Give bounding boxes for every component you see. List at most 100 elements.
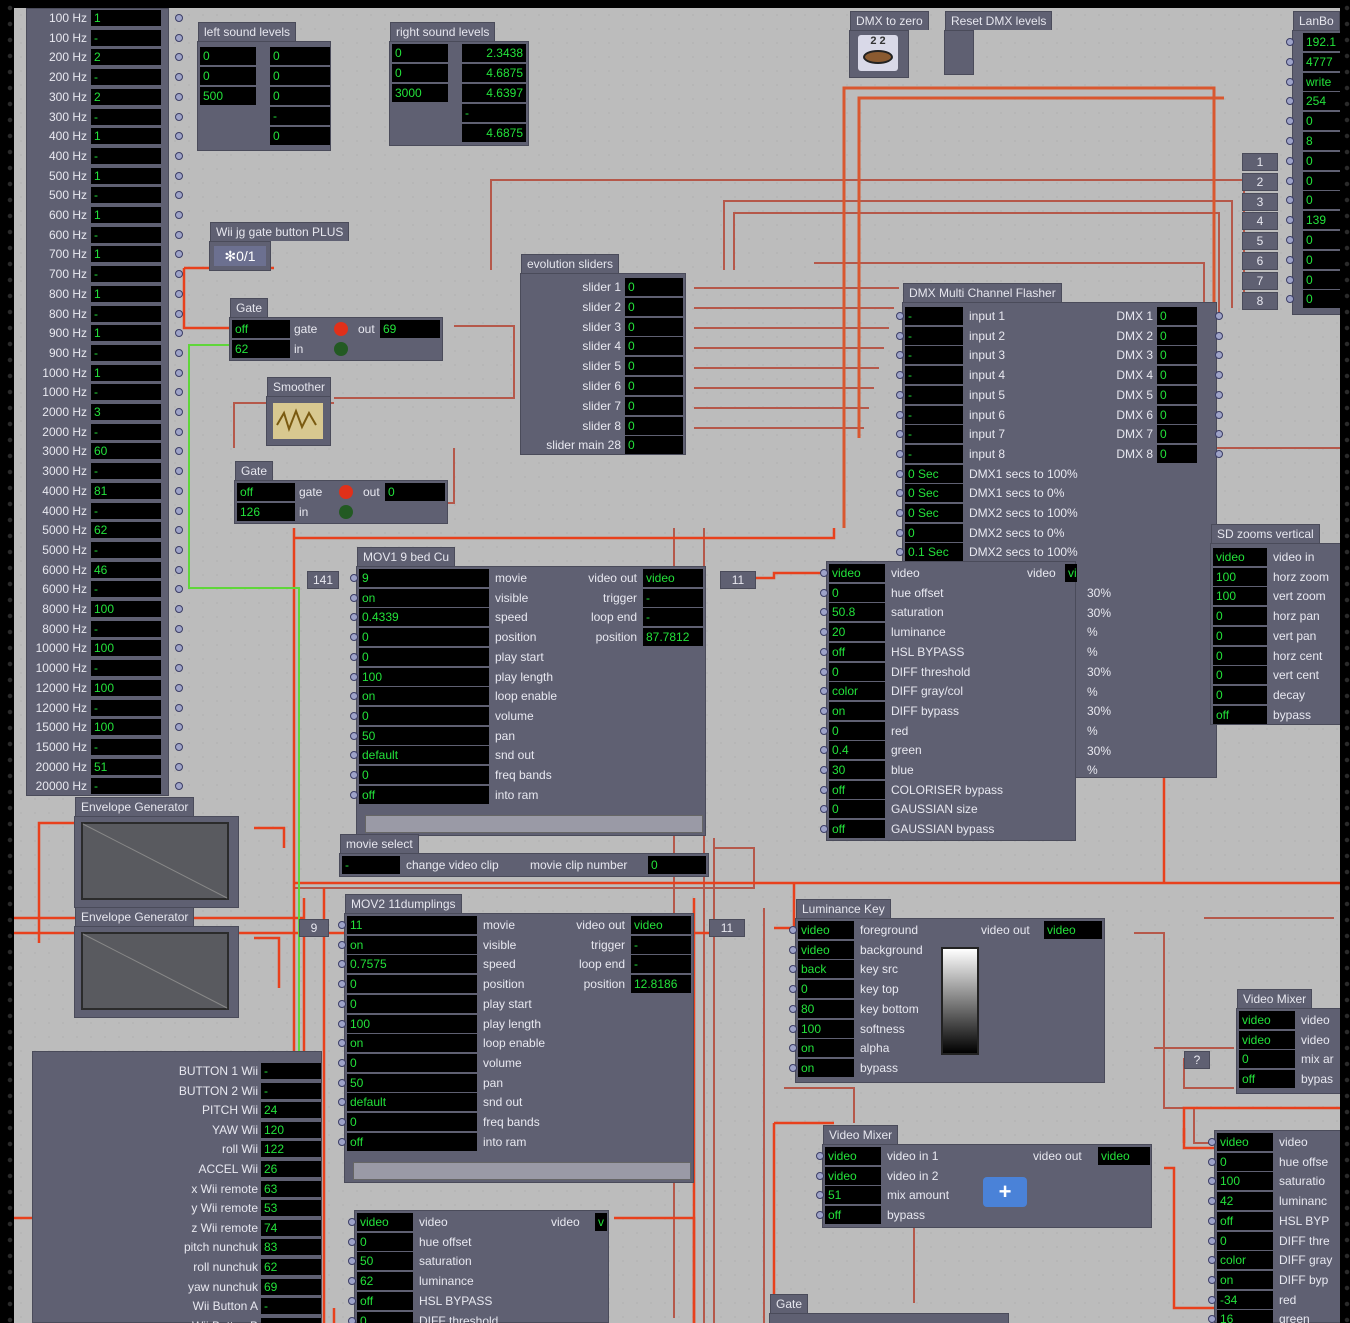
port-dot[interactable] xyxy=(820,569,828,577)
mov1-input-value[interactable]: 0 xyxy=(359,647,489,666)
colorizer3-value[interactable]: 0 xyxy=(1217,1231,1273,1250)
port-dot[interactable] xyxy=(338,921,346,929)
port-dot[interactable] xyxy=(175,230,183,239)
port-dot[interactable] xyxy=(896,528,904,537)
port-dot[interactable] xyxy=(338,1058,346,1067)
video-mixer-2-value[interactable]: off xyxy=(825,1206,881,1225)
port-dot[interactable] xyxy=(1286,216,1294,225)
port-dot[interactable] xyxy=(1286,295,1294,304)
port-dot[interactable] xyxy=(896,548,904,557)
lum-key-value[interactable]: on xyxy=(798,1058,854,1077)
port-dot[interactable] xyxy=(175,270,183,279)
port-dot[interactable] xyxy=(789,965,797,974)
mov2-input-value[interactable]: 50 xyxy=(347,1073,477,1092)
colorizer2-value[interactable]: video xyxy=(357,1213,413,1231)
port-dot[interactable] xyxy=(175,309,183,318)
port-dot[interactable] xyxy=(820,746,828,755)
port-dot[interactable] xyxy=(175,782,183,791)
port-dot[interactable] xyxy=(350,574,358,582)
port-dot[interactable] xyxy=(1208,1157,1216,1166)
port-dot[interactable] xyxy=(175,53,183,62)
colorizer2-value[interactable]: 62 xyxy=(357,1272,413,1291)
port-dot[interactable] xyxy=(1286,57,1294,66)
port-dot[interactable] xyxy=(175,329,183,338)
right-in-1[interactable]: 0 xyxy=(392,64,448,82)
port-dot[interactable] xyxy=(1215,430,1223,439)
port-dot[interactable] xyxy=(1208,1216,1216,1225)
colorizer1-value[interactable]: 0 xyxy=(829,800,885,819)
port-dot[interactable] xyxy=(1286,176,1294,185)
port-dot[interactable] xyxy=(175,664,183,673)
lum-key-value[interactable]: 0 xyxy=(798,980,854,999)
port-dot[interactable] xyxy=(1208,1177,1216,1186)
port-dot[interactable] xyxy=(820,628,828,637)
port-dot[interactable] xyxy=(1208,1138,1216,1146)
port-dot[interactable] xyxy=(175,742,183,751)
dmx-input-value[interactable]: 0.1 Sec xyxy=(905,543,963,562)
lum-key-value[interactable]: video xyxy=(798,921,854,939)
port-dot[interactable] xyxy=(175,92,183,101)
port-dot[interactable] xyxy=(1286,117,1294,126)
lum-key-value[interactable]: 100 xyxy=(798,1019,854,1038)
colorizer1-value[interactable]: 30 xyxy=(829,761,885,779)
envelope-graph-icon[interactable] xyxy=(81,932,231,1012)
colorizer-1[interactable]: video video 0 hue offset 50.8 saturation 20 lum… xyxy=(820,561,1111,841)
port-dot[interactable] xyxy=(1286,97,1294,106)
video-mixer-r-value[interactable]: off xyxy=(1239,1070,1295,1089)
port-dot[interactable] xyxy=(175,408,183,416)
video-mixer-2[interactable]: Video Mixer video video in 1 video video in… xyxy=(816,1125,1152,1228)
colorizer-2[interactable]: video video 0 hue offset 50 saturation 62 lumin… xyxy=(348,1210,609,1323)
video-mixer-2-value[interactable]: 51 xyxy=(825,1186,881,1205)
port-dot[interactable] xyxy=(896,449,904,458)
port-dot[interactable] xyxy=(1215,390,1223,399)
colorizer1-value[interactable]: 0 xyxy=(829,583,885,602)
gate-1[interactable]: Gate off 62 gate in out 69 xyxy=(229,298,443,361)
port-dot[interactable] xyxy=(1286,275,1294,284)
colorizer1-value[interactable]: 20 xyxy=(829,623,885,642)
port-dot[interactable] xyxy=(175,506,183,515)
port-dot[interactable] xyxy=(338,1078,346,1087)
dmx-to-zero[interactable]: DMX to zero 2 2 xyxy=(849,11,929,78)
port-dot[interactable] xyxy=(820,588,828,597)
video-mixer-right[interactable]: Video Mixer video video video video 0 mix ar o… xyxy=(1236,989,1340,1094)
port-dot[interactable] xyxy=(175,585,183,594)
port-dot[interactable] xyxy=(820,766,828,774)
gate-3[interactable]: Gate xyxy=(769,1294,1009,1323)
port-dot[interactable] xyxy=(175,348,183,357)
movie-player-2[interactable]: MOV2 11dumplings 11 movie on visible 0.7575 s… xyxy=(338,894,694,1183)
colorizer3-value[interactable]: 0 xyxy=(1217,1152,1273,1171)
mov2-input-value[interactable]: 0 xyxy=(347,1113,477,1131)
port-dot[interactable] xyxy=(350,692,358,701)
port-dot[interactable] xyxy=(820,805,828,814)
patch-canvas[interactable]: 100 Hz 1 100 Hz -200 Hz 2 200 Hz -300 Hz 2 300 H… xyxy=(14,8,1340,1323)
port-dot[interactable] xyxy=(338,940,346,949)
port-dot[interactable] xyxy=(175,545,183,554)
mov1-input-value[interactable]: 0 xyxy=(359,706,489,725)
video-mixer-r-value[interactable]: 0 xyxy=(1239,1050,1295,1069)
mov1-progress-bar[interactable] xyxy=(365,815,703,833)
port-dot[interactable] xyxy=(816,1152,824,1160)
mov2-input-number[interactable]: 9 xyxy=(299,919,329,937)
port-dot[interactable] xyxy=(175,486,183,495)
port-dot[interactable] xyxy=(175,151,183,160)
port-dot[interactable] xyxy=(350,771,358,779)
colorizer3-value[interactable]: off xyxy=(1217,1211,1273,1230)
movie-select[interactable]: movie select - change video clip movie c… xyxy=(339,834,709,877)
port-dot[interactable] xyxy=(896,410,904,419)
smoother[interactable]: Smoother xyxy=(266,377,332,446)
port-dot[interactable] xyxy=(896,430,904,439)
port-dot[interactable] xyxy=(338,1137,346,1146)
reset-dmx-levels[interactable]: Reset DMX levels xyxy=(944,11,1053,75)
colorizer3-value[interactable]: -34 xyxy=(1217,1290,1273,1309)
sd-zoom-value[interactable]: 0 xyxy=(1213,607,1267,626)
colorizer1-value[interactable]: 50.8 xyxy=(829,603,885,622)
colorizer1-value[interactable]: on xyxy=(829,701,885,720)
port-dot[interactable] xyxy=(1215,312,1223,320)
mov1-input-value[interactable]: on xyxy=(359,588,489,607)
sd-zooms-vertical[interactable]: SD zooms vertical video video in 100 horz z… xyxy=(1210,524,1340,725)
port-dot[interactable] xyxy=(896,351,904,360)
port-dot[interactable] xyxy=(789,945,797,954)
port-dot[interactable] xyxy=(1286,255,1294,264)
port-dot[interactable] xyxy=(1208,1275,1216,1284)
dmx-input-value[interactable]: - xyxy=(905,444,963,463)
